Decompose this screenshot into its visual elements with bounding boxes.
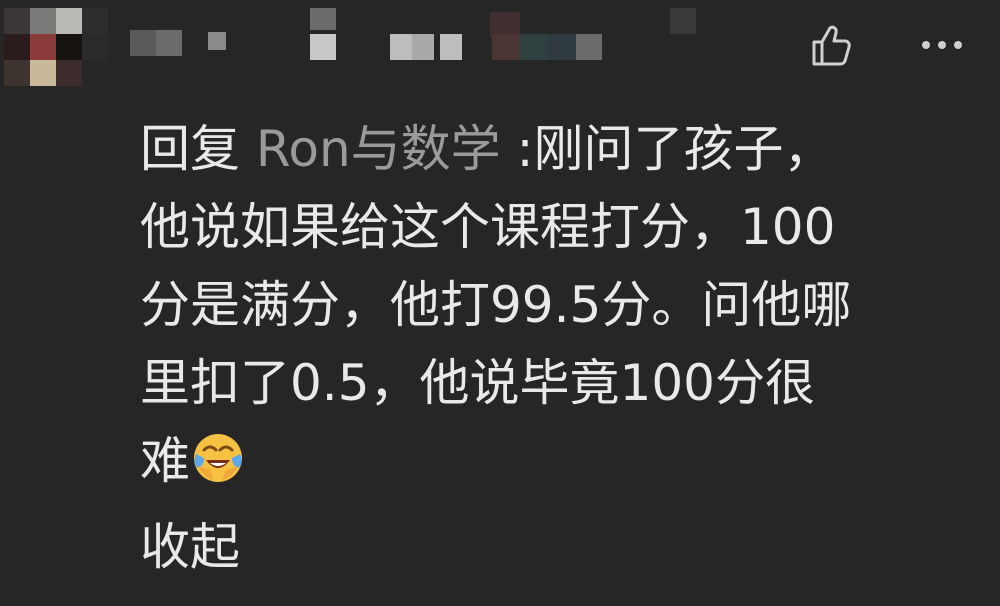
thumbs-up-icon[interactable] (806, 20, 856, 70)
comment-card: 回复 Ron与数学 :刚问了孩子， 他说如果给这个课程打分，100 分是满分，他… (0, 0, 1000, 606)
username[interactable] (130, 8, 700, 86)
comment-text: 里扣了0.5，他说毕竟100分很 (140, 354, 815, 412)
comment-text: :刚问了孩子， (516, 120, 834, 178)
reply-prefix: 回复 (140, 120, 240, 178)
collapse-link[interactable]: 收起 (140, 508, 940, 586)
comment-actions (806, 20, 964, 70)
reply-to-username[interactable]: Ron与数学 (256, 120, 501, 178)
comment-last-line: 难 (140, 422, 940, 508)
more-dots-icon[interactable] (920, 39, 964, 51)
comment-text: 难 (140, 432, 190, 490)
face-with-tears-of-joy-icon (190, 430, 246, 508)
comment-text: 他说如果给这个课程打分，100 (140, 198, 836, 256)
comment-body: 回复 Ron与数学 :刚问了孩子， 他说如果给这个课程打分，100 分是满分，他… (140, 110, 940, 586)
comment-line-1: 回复 Ron与数学 :刚问了孩子， (140, 110, 940, 188)
comment-text: 分是满分，他打99.5分。问他哪 (140, 276, 852, 334)
avatar[interactable] (4, 8, 109, 88)
